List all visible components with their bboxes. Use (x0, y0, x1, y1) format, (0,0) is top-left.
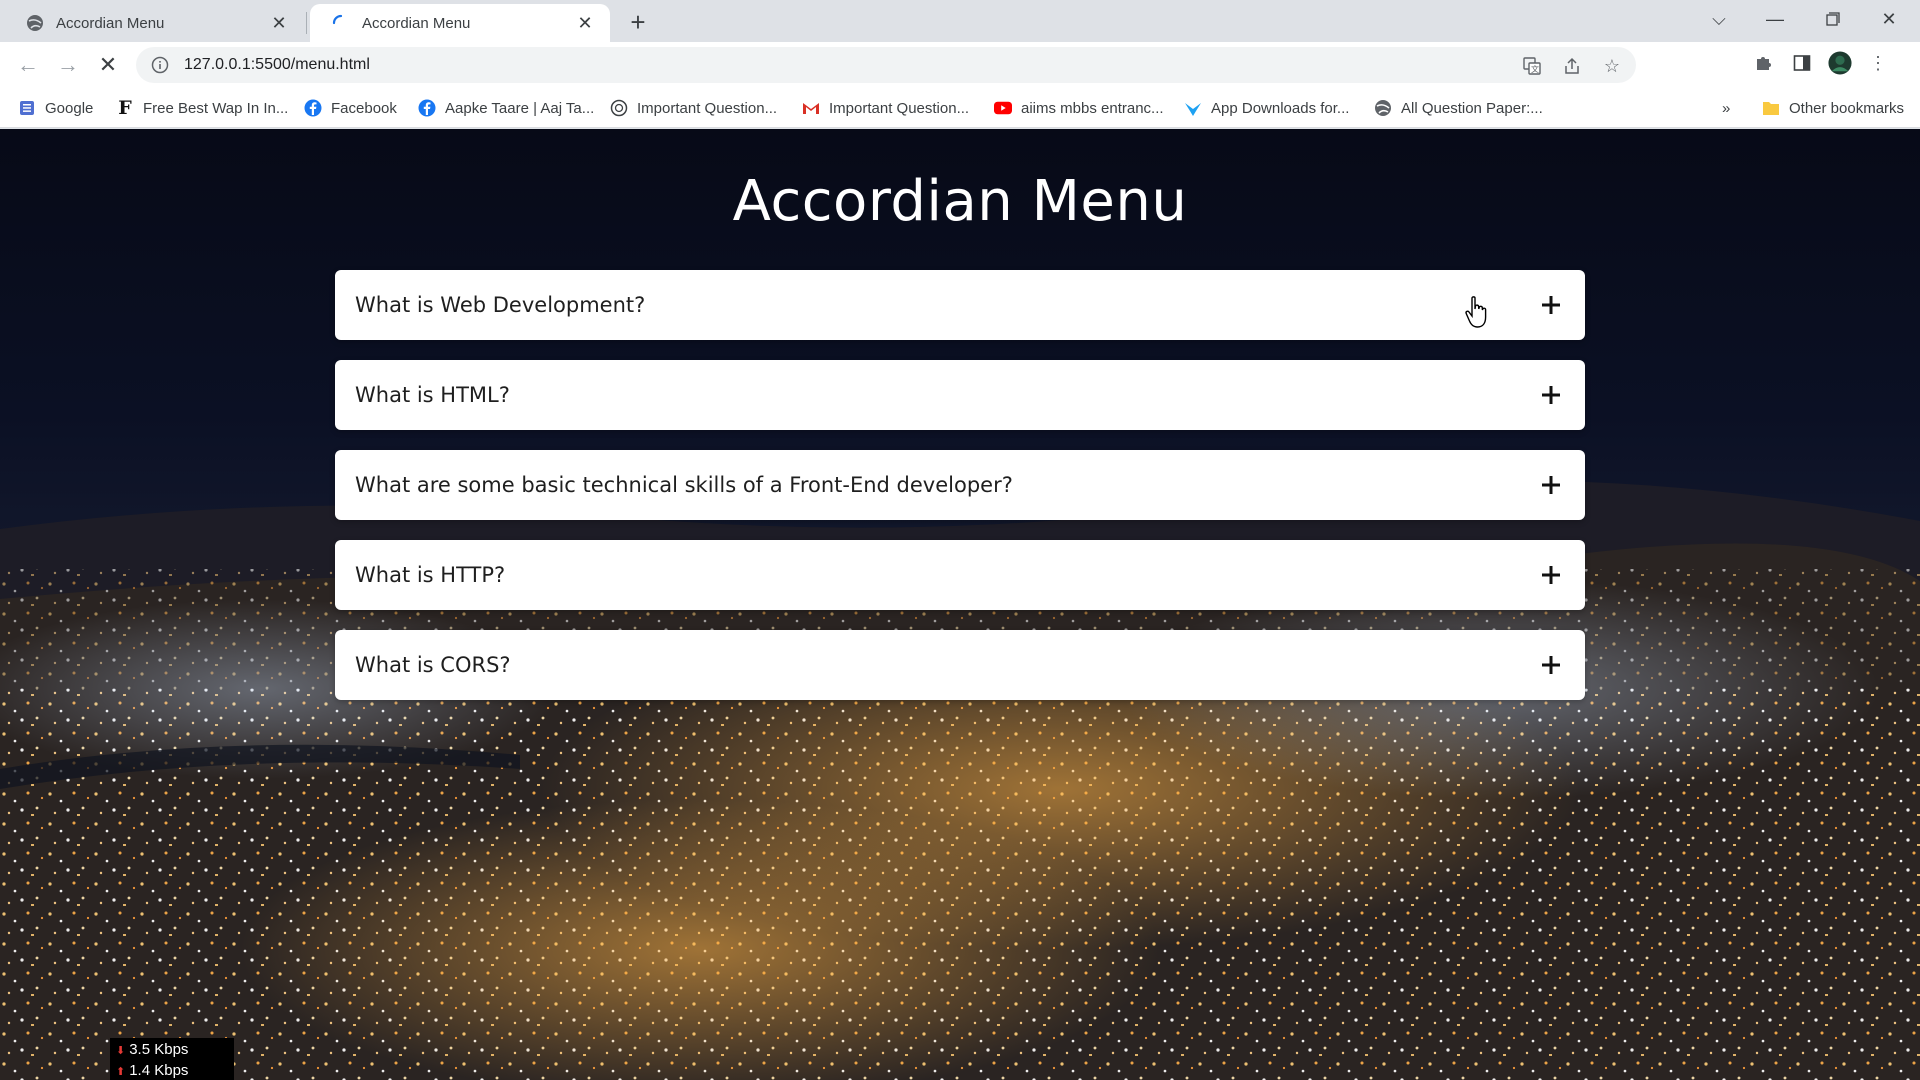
new-tab-button[interactable]: + (622, 6, 654, 38)
globe-icon (26, 14, 44, 32)
extensions-puzzle-icon[interactable] (1752, 51, 1776, 75)
globe-icon (1374, 99, 1392, 117)
bookmark-label: Free Best Wap In In... (143, 99, 289, 117)
browser-tab-active[interactable]: Accordian Menu ✕ (310, 4, 610, 42)
accordion-menu: What is Web Development? What is HTML? W… (335, 270, 1585, 720)
facebook-icon (418, 99, 436, 117)
tab-strip: Accordian Menu ✕ Accordian Menu ✕ + ⌵ — … (0, 0, 1920, 42)
bookmark-item[interactable]: aiims mbbs entranc... (994, 96, 1164, 120)
net-speed-widget: ⬇ 3.5 Kbps ⬆ 1.4 Kbps (110, 1038, 234, 1080)
close-window-button[interactable]: ✕ (1866, 0, 1912, 38)
download-speed-value: 3.5 Kbps (129, 1041, 189, 1058)
address-bar[interactable]: 127.0.0.1:5500/menu.html 文 ☆ (136, 47, 1636, 83)
profile-avatar[interactable] (1828, 51, 1852, 75)
loading-spinner-icon (332, 14, 350, 32)
accordion-item[interactable]: What is CORS? (335, 630, 1585, 700)
accordion-item[interactable]: What are some basic technical skills of … (335, 450, 1585, 520)
upload-speed: ⬆ 1.4 Kbps (116, 1061, 234, 1080)
bookmark-label: Facebook (331, 99, 397, 117)
bookmark-item[interactable]: App Downloads for... (1184, 96, 1349, 120)
overflow-chevron-icon: » (1722, 99, 1731, 117)
youtube-icon (994, 99, 1012, 117)
bookmark-item[interactable]: All Question Paper:... (1374, 96, 1543, 120)
tab-title: Accordian Menu (362, 14, 471, 32)
bookmark-item[interactable]: Facebook (304, 96, 397, 120)
other-bookmarks-folder[interactable]: Other bookmarks (1762, 96, 1904, 120)
tab-separator (306, 12, 307, 34)
restore-button[interactable] (1810, 0, 1856, 38)
accordion-question: What is HTML? (355, 383, 510, 407)
f-letter-icon: F (118, 97, 132, 119)
menu-kebab-icon[interactable]: ⋮ (1866, 51, 1890, 75)
accordion-item[interactable]: What is HTML? (335, 360, 1585, 430)
download-speed: ⬇ 3.5 Kbps (116, 1040, 234, 1061)
accordion-question: What is HTTP? (355, 563, 506, 587)
bookmark-item[interactable]: Important Question... (802, 96, 969, 120)
accordion-question: What is CORS? (355, 653, 511, 677)
url-text: 127.0.0.1:5500/menu.html (184, 56, 370, 73)
bookmark-star-icon[interactable]: ☆ (1600, 54, 1624, 78)
bookmark-label: Important Question... (637, 99, 778, 117)
page-viewport: Accordian Menu What is Web Development? … (0, 129, 1920, 1080)
bookmark-label: Other bookmarks (1789, 99, 1905, 117)
bird-icon (1184, 99, 1202, 117)
folder-icon (1762, 99, 1780, 117)
translate-icon[interactable]: 文 (1520, 54, 1544, 78)
back-button[interactable]: ← (12, 49, 44, 81)
bookmarks-overflow-button[interactable]: » (1722, 96, 1730, 120)
stop-loading-button[interactable]: ✕ (92, 49, 124, 81)
side-panel-icon[interactable] (1790, 51, 1814, 75)
accordion-item[interactable]: What is Web Development? (335, 270, 1585, 340)
share-icon[interactable] (1560, 54, 1584, 78)
arrow-down-icon: ⬇ (116, 1045, 126, 1057)
site-info-icon[interactable] (150, 55, 170, 75)
bookmark-label: Important Question... (829, 99, 970, 117)
hand-cursor-icon (1465, 296, 1487, 328)
bookmark-label: Google (45, 99, 94, 117)
forward-button[interactable]: → (52, 49, 84, 81)
bookmark-label: aiims mbbs entranc... (1021, 99, 1164, 117)
bookmark-label: App Downloads for... (1211, 99, 1350, 117)
bookmarks-bar: Google F Free Best Wap In In... Facebook… (0, 88, 1920, 128)
bookmark-item[interactable]: Google (18, 96, 93, 120)
minimize-button[interactable]: — (1752, 0, 1798, 38)
browser-toolbar: ← → ✕ 127.0.0.1:5500/menu.html 文 ☆ ⋮ (0, 42, 1920, 88)
tab-search-icon[interactable]: ⌵ (1696, 0, 1742, 38)
bookmark-item[interactable]: F Free Best Wap In In... (116, 96, 288, 120)
page-title: Accordian Menu (732, 169, 1188, 234)
svg-text:文: 文 (1531, 64, 1539, 74)
plus-icon[interactable] (1537, 381, 1565, 409)
google-apps-icon (18, 99, 36, 117)
close-icon[interactable]: ✕ (268, 12, 290, 34)
arrow-up-icon: ⬆ (116, 1066, 126, 1078)
browser-tab[interactable]: Accordian Menu ✕ (4, 4, 304, 42)
plus-icon[interactable] (1537, 291, 1565, 319)
close-icon[interactable]: ✕ (574, 12, 596, 34)
accordion-question: What are some basic technical skills of … (355, 473, 1013, 497)
accordion-item[interactable]: What is HTTP? (335, 540, 1585, 610)
plus-icon[interactable] (1537, 471, 1565, 499)
accordion-question: What is Web Development? (355, 293, 646, 317)
bookmark-label: Aapke Taare | Aaj Ta... (445, 99, 595, 117)
bookmark-item[interactable]: Important Question... (610, 96, 777, 120)
globe-icon (610, 99, 628, 117)
upload-speed-value: 1.4 Kbps (129, 1062, 189, 1079)
tab-title: Accordian Menu (56, 14, 165, 32)
plus-icon[interactable] (1537, 651, 1565, 679)
bookmark-label: All Question Paper:... (1401, 99, 1543, 117)
gmail-icon (802, 99, 820, 117)
bookmark-item[interactable]: Aapke Taare | Aaj Ta... (418, 96, 594, 120)
facebook-icon (304, 99, 322, 117)
plus-icon[interactable] (1537, 561, 1565, 589)
